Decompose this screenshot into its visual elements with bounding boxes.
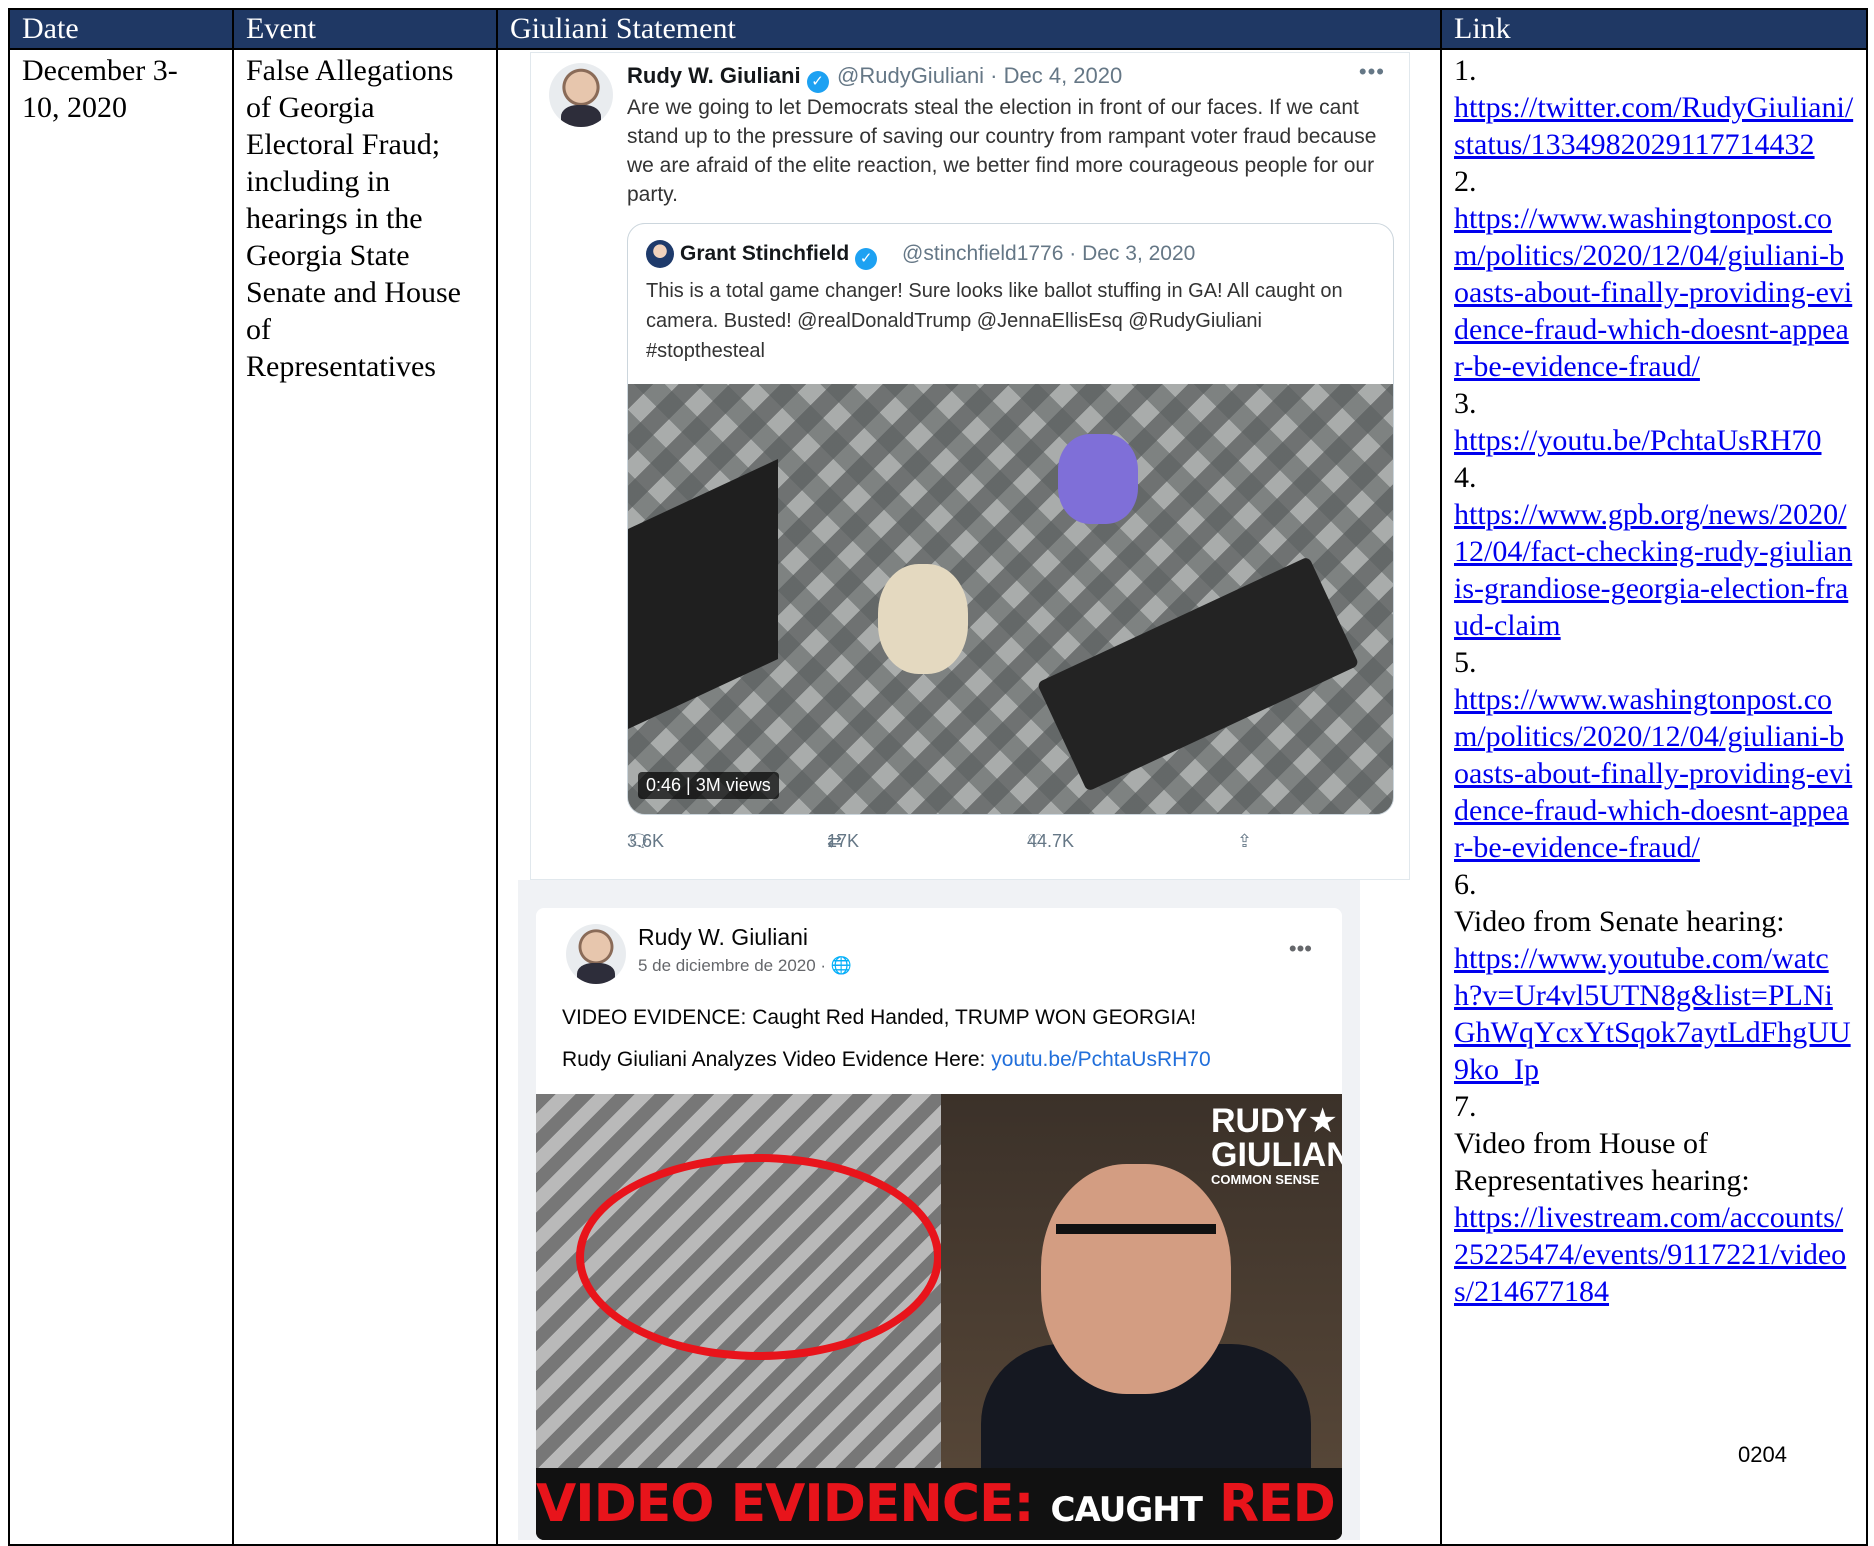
tweet-author[interactable]: Rudy W. Giuliani ✓ bbox=[627, 63, 829, 93]
avatar[interactable] bbox=[566, 924, 626, 984]
video-duration-badge: 0:46 | 3M views bbox=[638, 772, 779, 799]
link-number: 3. bbox=[1454, 387, 1477, 420]
link-number: 7. bbox=[1454, 1090, 1477, 1123]
post-image[interactable]: RUDY★ GIULIANI'SCOMMON SENSE VIDEO EVIDE… bbox=[536, 1094, 1342, 1540]
header-link: Link bbox=[1440, 8, 1868, 50]
link-livestream-house[interactable]: https://livestream.com/accounts/25225474… bbox=[1454, 1199, 1854, 1310]
post-date[interactable]: 5 de diciembre de 2020 · 🌐 bbox=[638, 956, 852, 976]
page-number: 0204 bbox=[1738, 1442, 1787, 1467]
more-icon[interactable]: ••• bbox=[1289, 936, 1312, 962]
post-text-line2: Rudy Giuliani Analyzes Video Evidence He… bbox=[562, 1048, 1211, 1071]
table-header-row: Date Event Giuliani Statement Link bbox=[8, 8, 1868, 50]
quote-author: Grant Stinchfield ✓ bbox=[680, 242, 878, 270]
event-cell: False Allegations of Georgia Electoral F… bbox=[232, 48, 498, 1546]
links-cell: 1. https://twitter.com/RudyGiuliani/stat… bbox=[1440, 48, 1868, 1546]
quote-handle-date: @stinchfield1776 · Dec 3, 2020 bbox=[902, 242, 1196, 265]
share-icon: ⇪ bbox=[1237, 831, 1253, 851]
facebook-post-card: Rudy W. Giuliani 5 de diciembre de 2020 … bbox=[536, 908, 1342, 1540]
avatar[interactable] bbox=[549, 63, 613, 127]
link-youtube-short[interactable]: https://youtu.be/PchtaUsRH70 bbox=[1454, 422, 1854, 459]
post-text-line1: VIDEO EVIDENCE: Caught Red Handed, TRUMP… bbox=[562, 1006, 1197, 1029]
date-cell: December 3- 10, 2020 bbox=[8, 48, 234, 1546]
link-washingtonpost[interactable]: https://www.washingtonpost.com/politics/… bbox=[1454, 200, 1854, 385]
header-date: Date bbox=[8, 8, 234, 50]
link-number: 2. bbox=[1454, 165, 1477, 198]
post-author[interactable]: Rudy W. Giuliani bbox=[638, 924, 808, 951]
link-number: 5. bbox=[1454, 646, 1477, 679]
quote-avatar bbox=[646, 240, 674, 268]
verified-icon: ✓ bbox=[806, 71, 829, 93]
tweet-card: Rudy W. Giuliani ✓ @RudyGiuliani · Dec 4,… bbox=[530, 52, 1410, 880]
facebook-post-screenshot: Rudy W. Giuliani 5 de diciembre de 2020 … bbox=[518, 880, 1360, 1540]
link-label-house: Video from House of Representatives hear… bbox=[1454, 1127, 1750, 1197]
tweet-text: Are we going to let Democrats steal the … bbox=[627, 96, 1377, 206]
link-number: 6. bbox=[1454, 868, 1477, 901]
red-circle-highlight bbox=[576, 1154, 942, 1360]
link-youtube-senate[interactable]: https://www.youtube.com/watch?v=Ur4vl5UT… bbox=[1454, 940, 1854, 1088]
tweet-handle-date: @RudyGiuliani · Dec 4, 2020 bbox=[837, 63, 1123, 88]
link-washingtonpost-2[interactable]: https://www.washingtonpost.com/politics/… bbox=[1454, 681, 1854, 866]
verified-icon: ✓ bbox=[855, 248, 878, 270]
video-thumbnail[interactable]: 0:46 | 3M views bbox=[628, 384, 1393, 814]
quoted-tweet[interactable]: Grant Stinchfield ✓ @stinchfield1776 · De… bbox=[627, 223, 1394, 815]
header-event: Event bbox=[232, 8, 498, 50]
document-page: Date Event Giuliani Statement Link Decem… bbox=[0, 0, 1874, 1546]
quote-text: This is a total game changer! Sure looks… bbox=[646, 280, 1343, 362]
link-gpb[interactable]: https://www.gpb.org/news/2020/12/04/fact… bbox=[1454, 496, 1854, 644]
header-statement: Giuliani Statement bbox=[496, 8, 1442, 50]
more-icon[interactable]: ••• bbox=[1359, 59, 1385, 85]
image-brand-text: RUDY★ GIULIANI'SCOMMON SENSE bbox=[1211, 1102, 1342, 1187]
link-number: 4. bbox=[1454, 461, 1477, 494]
image-banner: VIDEO EVIDENCE: CAUGHT RED HANDED bbox=[536, 1468, 1342, 1540]
link-number: 1. bbox=[1454, 54, 1477, 87]
post-link[interactable]: youtu.be/PchtaUsRH70 bbox=[991, 1048, 1210, 1071]
link-label-senate: Video from Senate hearing: bbox=[1454, 905, 1785, 938]
link-twitter-status[interactable]: https://twitter.com/RudyGiuliani/status/… bbox=[1454, 89, 1854, 163]
